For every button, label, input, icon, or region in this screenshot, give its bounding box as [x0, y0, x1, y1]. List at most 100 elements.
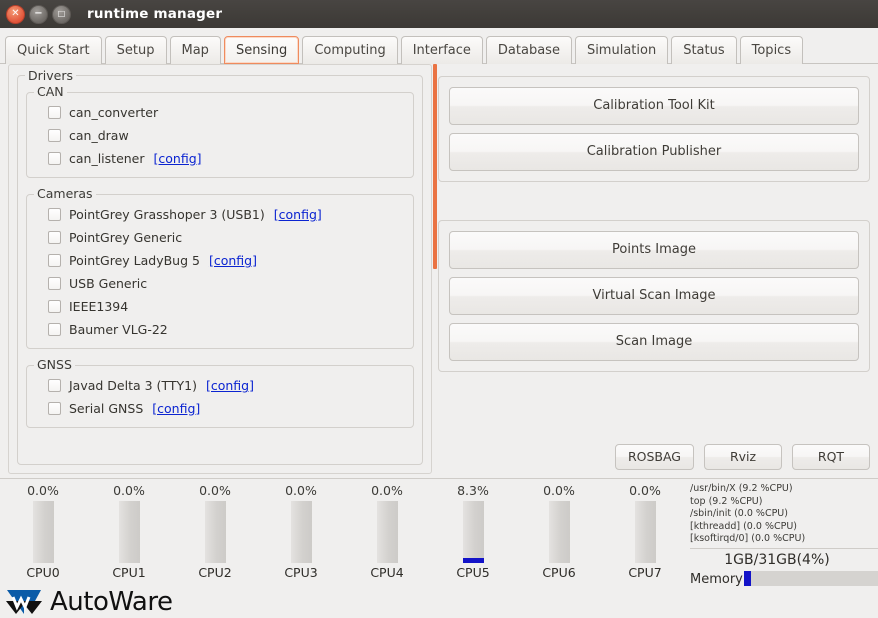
checkbox-serial-gnss[interactable]	[48, 402, 61, 415]
window-title: runtime manager	[87, 6, 223, 22]
process-entry: [ksoftirqd/0] (0.0 %CPU)	[690, 533, 806, 545]
panel-divider	[433, 64, 437, 269]
group-cameras: Cameras PointGrey Grasshoper 3 (USB1) [con…	[26, 187, 414, 349]
content-area: Drivers CAN can_converter can_draw can_list…	[0, 64, 878, 478]
checkbox-usb-generic[interactable]	[48, 277, 61, 290]
maximize-icon: □	[57, 9, 66, 18]
driver-row: Javad Delta 3 (TTY1) [config]	[33, 374, 407, 397]
process-entry: /sbin/init (0.0 %CPU)	[690, 508, 788, 520]
cpu-gauge-track	[32, 501, 54, 563]
driver-row: can_converter	[33, 101, 407, 124]
drivers-groupbox: Drivers CAN can_converter can_draw can_list…	[17, 68, 423, 465]
window-close-button[interactable]: ✕	[6, 4, 25, 24]
process-list: /usr/bin/X (9.2 %CPU) top (9.2 %CPU)/sbin…	[690, 479, 878, 549]
checkbox-ieee1394[interactable]	[48, 300, 61, 313]
memory-usage-text: 1GB/31GB(4%)	[724, 551, 830, 568]
cpu-gauge-track	[376, 501, 398, 563]
process-entry: /usr/bin/X (9.2 %CPU)	[690, 483, 793, 494]
drivers-legend: Drivers	[25, 68, 76, 83]
driver-row: can_listener [config]	[33, 147, 407, 170]
action-virtual-scan-image-button[interactable]: Virtual Scan Image	[449, 277, 859, 315]
driver-row: PointGrey LadyBug 5 [config]	[33, 249, 407, 272]
cpu-percent-label: 0.0%	[629, 483, 661, 498]
tab-sensing[interactable]: Sensing	[223, 36, 300, 64]
cpu-gauge-track	[290, 501, 312, 563]
tool-rosbag-button[interactable]: ROSBAG	[614, 444, 694, 470]
autoware-mark-icon	[6, 590, 42, 614]
close-icon: ✕	[11, 8, 20, 19]
config-link[interactable]: [config]	[154, 151, 202, 166]
action-calibration-publisher-button[interactable]: Calibration Publisher	[449, 133, 859, 171]
tool-rviz-button[interactable]: Rviz	[704, 444, 782, 470]
driver-row: USB Generic	[33, 272, 407, 295]
cpu-gauge-cpu4: 0.0% CPU4	[344, 479, 430, 587]
driver-row: Serial GNSS [config]	[33, 397, 407, 420]
tab-quick-start[interactable]: Quick Start	[5, 36, 102, 64]
checkbox-can-draw[interactable]	[48, 129, 61, 142]
cpu-gauge-cpu3: 0.0% CPU3	[258, 479, 344, 587]
checkbox-javad-delta-3-tty1[interactable]	[48, 379, 61, 392]
cpu-percent-label: 8.3%	[457, 483, 489, 498]
checkbox-baumer-vlg-22[interactable]	[48, 323, 61, 336]
drivers-panel: Drivers CAN can_converter can_draw can_list…	[8, 64, 432, 474]
cpu-gauge-cpu5: 8.3% CPU5	[430, 479, 516, 587]
driver-label: can_draw	[69, 128, 129, 143]
checkbox-pointgrey-ladybug-5[interactable]	[48, 254, 61, 267]
tab-database[interactable]: Database	[485, 36, 572, 64]
checkbox-pointgrey-grasshoper-3-usb1[interactable]	[48, 208, 61, 221]
process-monitor-panel: /usr/bin/X (9.2 %CPU) top (9.2 %CPU)/sbin…	[688, 479, 878, 588]
tab-status[interactable]: Status	[671, 36, 737, 64]
driver-label: PointGrey Generic	[69, 230, 183, 245]
window-titlebar: ✕ − □ runtime manager	[0, 0, 878, 28]
cpu-percent-label: 0.0%	[285, 483, 317, 498]
config-link[interactable]: [config]	[274, 207, 322, 222]
tab-computing[interactable]: Computing	[302, 36, 398, 64]
calibration-groupbox: Calibration Tool Kit Calibration Publishe…	[438, 76, 870, 182]
cpu-gauge-track	[462, 501, 484, 563]
tab-simulation[interactable]: Simulation	[574, 36, 669, 64]
sensing-actions-panel: Calibration Tool Kit Calibration Publishe…	[438, 64, 870, 474]
config-link[interactable]: [config]	[209, 253, 257, 268]
cpu-gauge-cpu7: 0.0% CPU7	[602, 479, 688, 587]
autoware-wordmark: AutoWare	[50, 587, 173, 617]
cpu-name-label: CPU3	[284, 565, 318, 580]
checkbox-pointgrey-generic[interactable]	[48, 231, 61, 244]
tab-interface[interactable]: Interface	[400, 36, 483, 64]
config-link[interactable]: [config]	[152, 401, 200, 416]
config-link[interactable]: [config]	[206, 378, 254, 393]
driver-row: can_draw	[33, 124, 407, 147]
driver-label: PointGrey Grasshoper 3 (USB1)	[69, 207, 265, 222]
cpu-percent-label: 0.0%	[543, 483, 575, 498]
cpu-gauge-track	[118, 501, 140, 563]
action-calibration-tool-kit-button[interactable]: Calibration Tool Kit	[449, 87, 859, 125]
cpu-gauge-track	[204, 501, 226, 563]
minimize-icon: −	[34, 8, 43, 19]
cpu-gauge-cpu6: 0.0% CPU6	[516, 479, 602, 587]
main-tabbar: Quick Start Setup Map Sensing Computing Inter…	[0, 28, 878, 64]
tool-rqt-button[interactable]: RQT	[792, 444, 870, 470]
system-status-bar: 0.0% CPU0 0.0% CPU1 0.0% CPU2 0.0% CPU3 0.0% CPU4…	[0, 478, 878, 588]
cpu-name-label: CPU4	[370, 565, 404, 580]
cpu-name-label: CPU2	[198, 565, 232, 580]
cpu-percent-label: 0.0%	[113, 483, 145, 498]
cpu-gauge-track	[634, 501, 656, 563]
window-maximize-button[interactable]: □	[52, 4, 71, 24]
group-gnss: GNSS Javad Delta 3 (TTY1) [config] Serial G…	[26, 358, 414, 428]
tab-topics[interactable]: Topics	[739, 36, 804, 64]
action-points-image-button[interactable]: Points Image	[449, 231, 859, 269]
cpu-gauge-track	[548, 501, 570, 563]
driver-label: can_converter	[69, 105, 159, 120]
action-scan-image-button[interactable]: Scan Image	[449, 323, 859, 361]
window-minimize-button[interactable]: −	[29, 4, 48, 24]
driver-label: PointGrey LadyBug 5	[69, 253, 200, 268]
driver-label: Baumer VLG-22	[69, 322, 168, 337]
checkbox-can-listener[interactable]	[48, 152, 61, 165]
tab-map[interactable]: Map	[169, 36, 221, 64]
driver-row: Baumer VLG-22	[33, 318, 407, 341]
cpu-gauge-fill	[462, 557, 484, 563]
checkbox-can-converter[interactable]	[48, 106, 61, 119]
cpu-name-label: CPU1	[112, 565, 146, 580]
tab-setup[interactable]: Setup	[104, 36, 167, 64]
driver-label: Serial GNSS	[69, 401, 144, 416]
cpu-name-label: CPU0	[26, 565, 60, 580]
